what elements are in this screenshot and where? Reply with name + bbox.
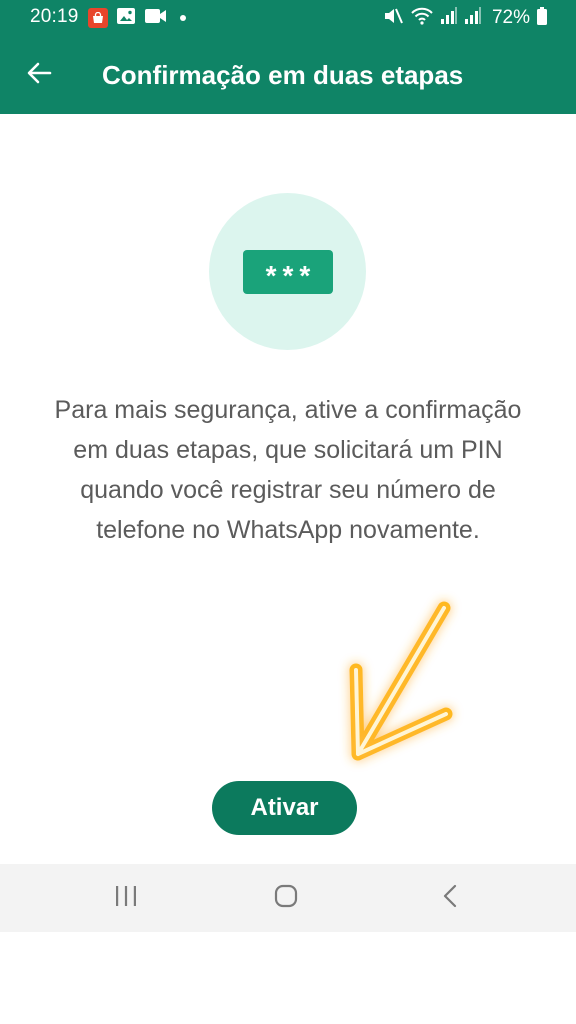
back-icon — [440, 883, 460, 914]
pin-text: *** — [265, 260, 317, 291]
status-bar: 20:19 72% — [0, 0, 576, 36]
battery-icon — [536, 6, 548, 31]
signal-icon — [440, 6, 458, 31]
signal-icon — [464, 6, 482, 31]
notification-icons — [88, 7, 186, 30]
description-text: Para mais segurança, ative a confirmação… — [54, 396, 522, 544]
video-camera-icon — [144, 7, 168, 30]
page-title: Confirmação em duas etapas — [102, 60, 464, 90]
navigation-bar — [0, 864, 576, 932]
nav-back-button[interactable] — [432, 882, 468, 914]
home-button[interactable] — [268, 882, 304, 914]
pin-icon: *** — [243, 250, 333, 294]
arrow-back-icon — [26, 61, 52, 90]
screen: 20:19 72% Confirmação em duas etapas ***… — [0, 0, 576, 1024]
shopping-app-icon — [88, 8, 108, 28]
gallery-icon — [116, 7, 136, 30]
pin-illustration: *** — [209, 193, 366, 350]
battery-percent: 72% — [491, 7, 530, 28]
app-bar: Confirmação em duas etapas — [0, 36, 576, 114]
activate-button[interactable]: Ativar — [212, 781, 357, 835]
back-button[interactable] — [22, 58, 56, 92]
recents-icon — [113, 884, 139, 913]
highlight-arrow-icon — [349, 601, 453, 761]
mute-icon — [382, 6, 404, 31]
home-icon — [273, 883, 299, 914]
wifi-icon — [410, 6, 434, 31]
recents-button[interactable] — [108, 882, 144, 914]
activate-button-label: Ativar — [250, 794, 319, 821]
status-time: 20:19 — [30, 6, 79, 27]
system-status-icons: 72% — [382, 6, 548, 30]
dot-icon — [180, 15, 186, 21]
